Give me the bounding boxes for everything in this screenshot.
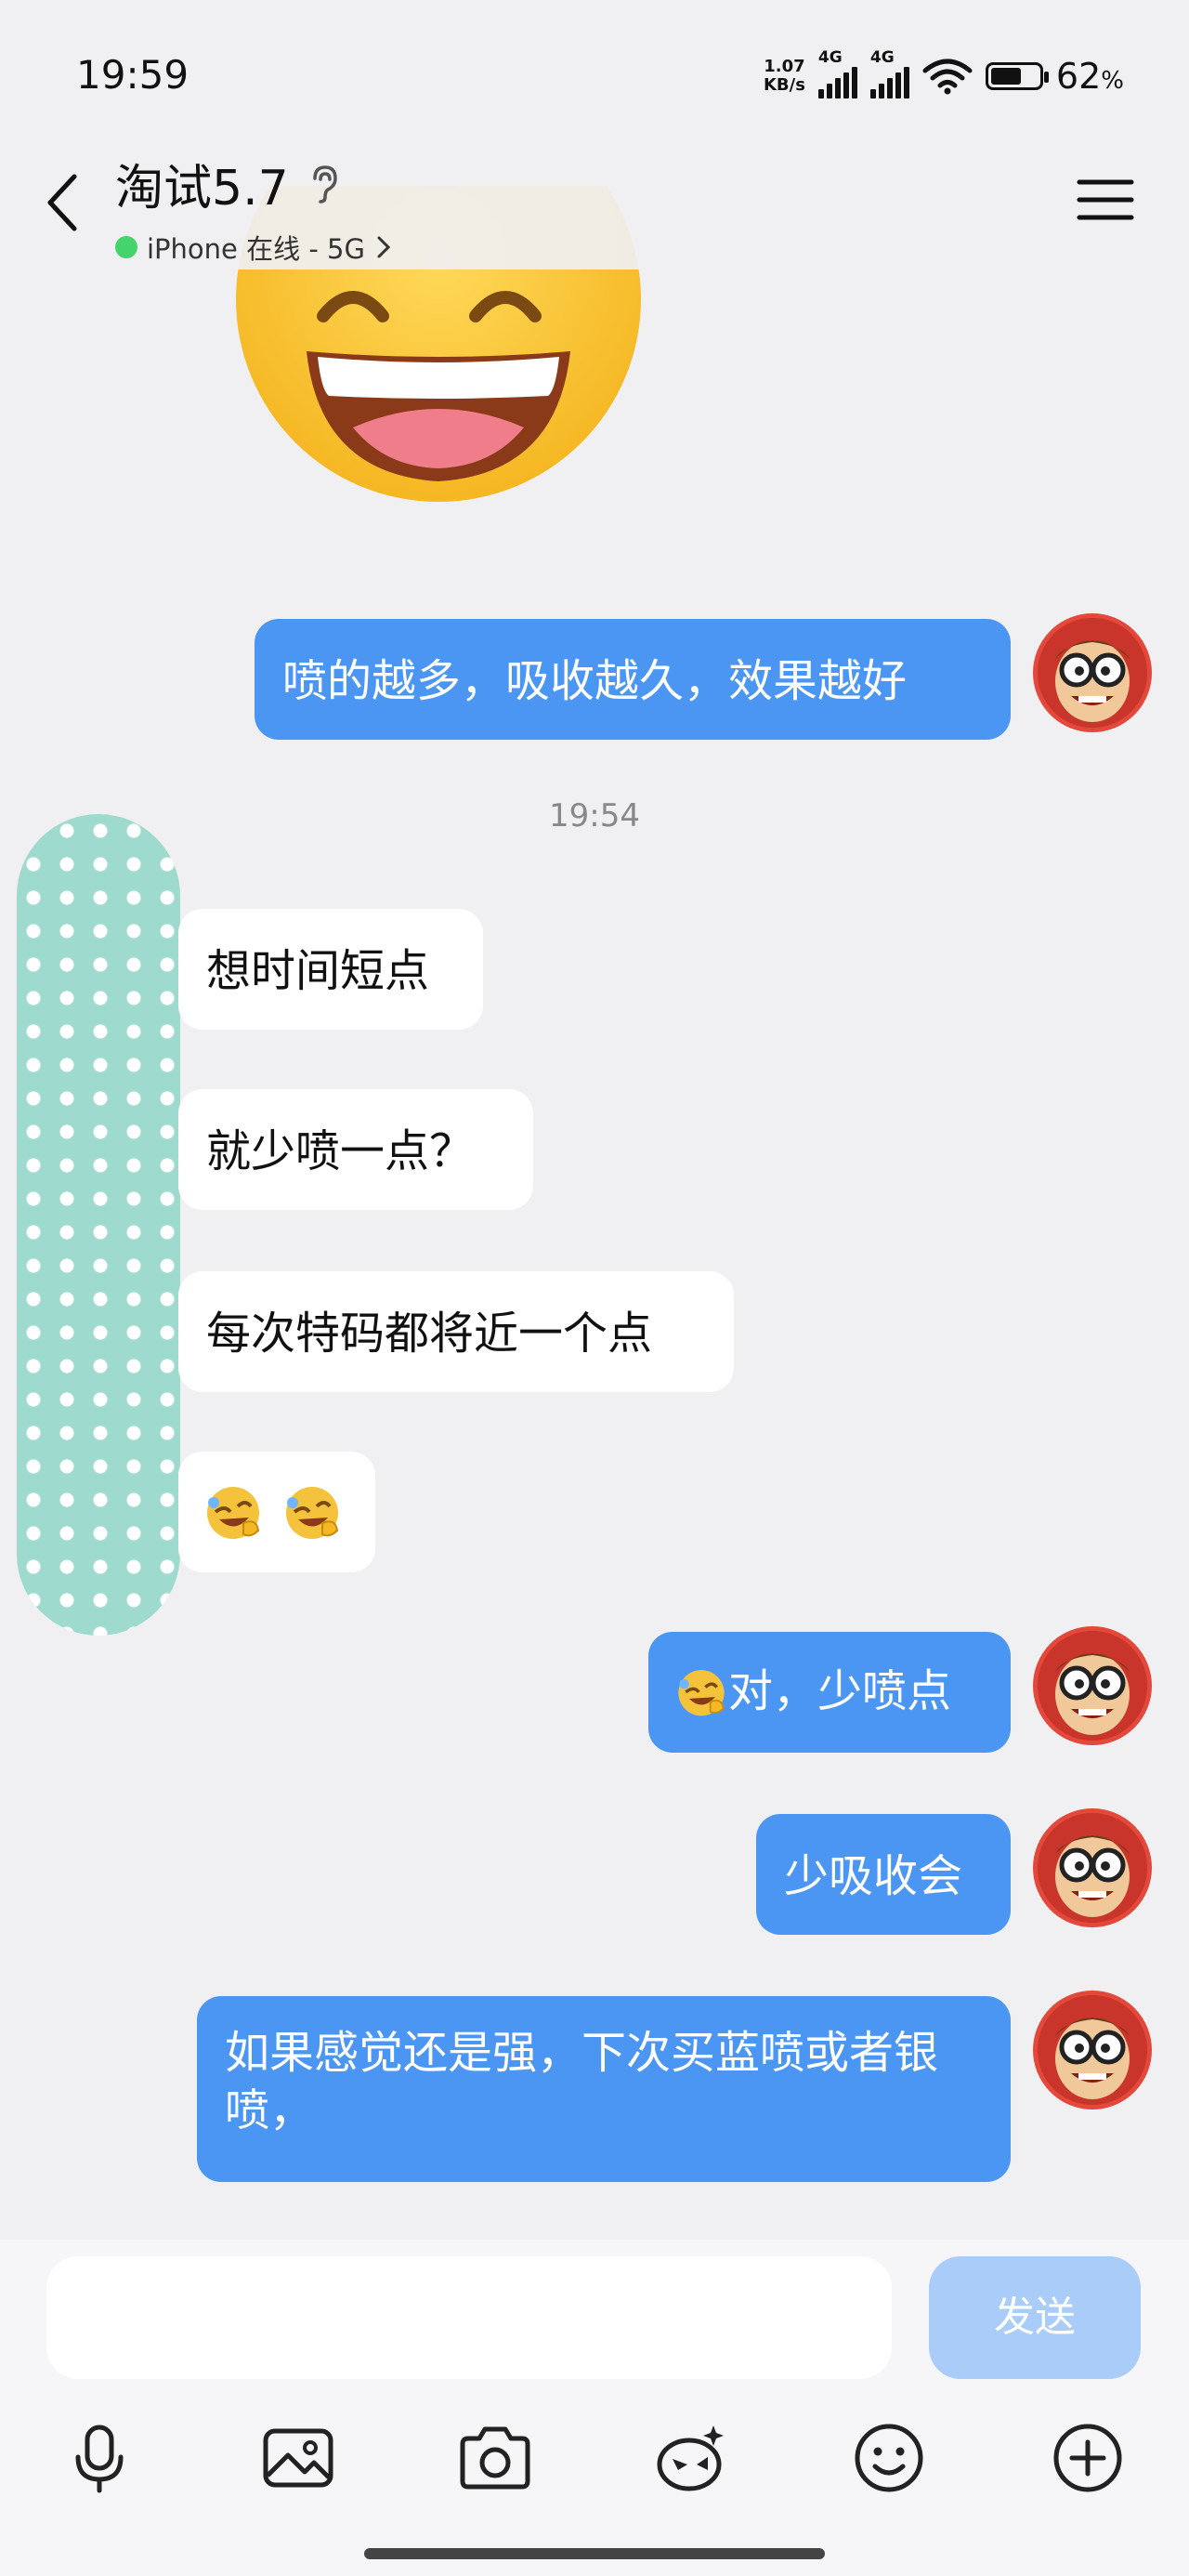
message-bubble-received[interactable]: 想时间短点	[178, 909, 483, 1030]
signal-icon: 4G	[817, 48, 857, 99]
message-bubble-sent[interactable]: 对，少喷点	[648, 1632, 1011, 1753]
cartoon-face-icon	[1038, 1813, 1147, 1923]
online-status-text: iPhone 在线 - 5G	[147, 233, 365, 265]
my-avatar[interactable]	[1033, 1991, 1152, 2109]
online-status-dot	[115, 236, 137, 258]
message-text: 每次特码都将近一个点	[206, 1308, 653, 1360]
battery-percent: 62	[1055, 56, 1102, 97]
wifi-icon	[922, 59, 973, 95]
my-avatar[interactable]	[1033, 1626, 1152, 1745]
image-icon[interactable]	[256, 2416, 340, 2500]
my-avatar[interactable]	[1033, 613, 1152, 732]
signal-label: 4G	[817, 48, 843, 67]
home-indicator[interactable]	[364, 2548, 825, 2559]
send-button[interactable]: 发送	[929, 2256, 1141, 2379]
message-text: 就少喷一点？	[206, 1125, 475, 1177]
laugh-cry-emoji	[286, 1487, 339, 1539]
camera-icon[interactable]	[453, 2416, 537, 2500]
message-text: 喷的越多，吸收越久，效果越好	[282, 655, 908, 707]
emoji-icon[interactable]	[847, 2416, 931, 2500]
laugh-cry-emoji	[207, 1487, 260, 1539]
message-bubble-received[interactable]: 就少喷一点？	[178, 1089, 533, 1210]
battery-icon	[985, 62, 1049, 90]
chat-title: 淘试5.7	[115, 161, 289, 217]
composer-bar: 发送	[0, 2240, 1189, 2576]
message-text: 如果感觉还是强，下次买蓝喷或者银喷，	[225, 2027, 939, 2136]
chat-title-area[interactable]: 淘试5.7 iPhone 在线 - 5G	[115, 149, 393, 267]
my-avatar[interactable]	[1033, 1808, 1152, 1927]
ear-icon[interactable]	[309, 164, 341, 204]
message-text: 少吸收会	[784, 1850, 963, 1902]
chat-header: 淘试5.7 iPhone 在线 - 5G	[0, 139, 1189, 269]
signal-icon: 4G	[869, 48, 909, 99]
composer-toolbar	[0, 2416, 1189, 2509]
network-speed-value: 1.07	[764, 57, 805, 76]
network-speed: 1.07 KB/s	[764, 58, 805, 95]
plus-icon[interactable]	[1046, 2416, 1130, 2500]
laugh-cry-emoji	[678, 1670, 725, 1716]
timestamp: 19:54	[549, 797, 640, 835]
battery-unit: %	[1101, 67, 1124, 95]
message-bubble-received[interactable]: 每次特码都将近一个点	[178, 1271, 734, 1392]
message-bubble-sent[interactable]: 喷的越多，吸收越久，效果越好	[255, 619, 1011, 740]
message-input[interactable]	[46, 2256, 892, 2379]
cartoon-face-icon	[1038, 1995, 1147, 2105]
battery-level: 62%	[1056, 56, 1124, 97]
message-text: 对，少喷点	[728, 1665, 952, 1717]
cartoon-face-icon	[1038, 1631, 1147, 1741]
back-arrow-icon[interactable]	[37, 165, 93, 240]
cartoon-face-icon	[1038, 618, 1147, 728]
microphone-icon[interactable]	[58, 2416, 141, 2500]
status-time: 19:59	[76, 52, 189, 98]
message-bubble-sent[interactable]: 如果感觉还是强，下次买蓝喷或者银喷，	[197, 1996, 1011, 2182]
network-speed-unit: KB/s	[763, 75, 805, 95]
sticker-icon[interactable]	[650, 2416, 734, 2500]
contact-avatar[interactable]	[17, 814, 180, 1636]
message-bubble-received[interactable]	[178, 1452, 375, 1572]
message-bubble-sent[interactable]: 少吸收会	[756, 1814, 1011, 1935]
chevron-right-icon	[377, 236, 391, 258]
message-text: 想时间短点	[206, 945, 430, 997]
status-icons: 1.07 KB/s 4G 4G 62%	[764, 48, 1124, 99]
menu-icon[interactable]	[1076, 167, 1135, 232]
signal-label: 4G	[869, 48, 895, 67]
status-bar: 19:59 1.07 KB/s 4G 4G 62%	[0, 0, 1189, 139]
